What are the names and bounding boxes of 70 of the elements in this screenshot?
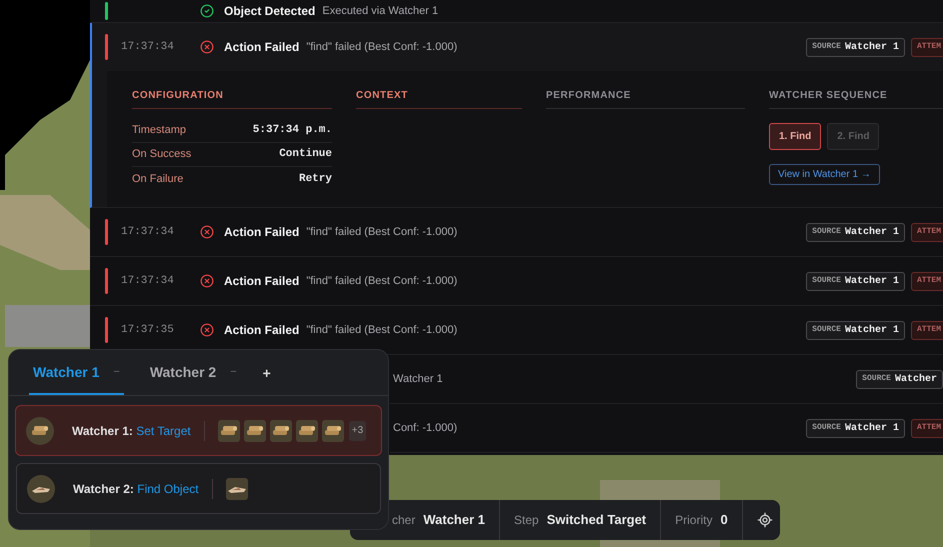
- source-badge: SOURCE Watcher: [856, 370, 943, 388]
- thumbnail-icon: [220, 424, 238, 438]
- view-watcher-link[interactable]: View in Watcher 1 →: [769, 164, 880, 185]
- watcher-item[interactable]: Watcher 2: Find Object: [16, 463, 381, 514]
- section-heading: PERFORMANCE: [546, 88, 745, 109]
- section-heading: CONFIGURATION: [132, 88, 332, 109]
- source-badge: SOURCE Watcher 1: [806, 272, 905, 290]
- log-title: Action Failed: [224, 273, 300, 290]
- error-icon: [200, 323, 214, 337]
- watcher-title: Watcher 1: Set Target: [72, 422, 191, 440]
- thumbnail-icon: [298, 424, 316, 438]
- log-message: "find" failed (Best Conf: -1.000): [306, 224, 458, 240]
- step-button[interactable]: 1. Find: [769, 123, 822, 150]
- thumbnail-icon: [272, 424, 290, 438]
- watcher-tab[interactable]: Watcher 1 −: [29, 351, 124, 395]
- more-count: +3: [348, 420, 366, 440]
- log-message: Conf: -1.000): [393, 420, 458, 436]
- attempt-badge: ATTEM: [910, 418, 943, 438]
- avatar-icon: [31, 424, 49, 438]
- log-title: Action Failed: [224, 224, 300, 241]
- success-icon: [200, 4, 214, 18]
- log-message: "find" failed (Best Conf: -1.000): [306, 274, 458, 289]
- log-title: Action Failed: [224, 39, 300, 56]
- config-label: Timestamp: [132, 123, 186, 138]
- source-badge: SOURCE Watcher 1: [806, 418, 905, 438]
- attempt-badge: ATTEM: [910, 38, 943, 56]
- watcher-item[interactable]: Watcher 1: Set Target +3: [15, 405, 382, 456]
- log-time: 17:37:34: [121, 274, 175, 289]
- log-title: Action Failed: [224, 322, 300, 339]
- error-icon: [200, 40, 214, 54]
- error-icon: [200, 225, 214, 239]
- status-value: Watcher 1: [423, 511, 485, 530]
- config-value: 5:37:34 p.m.: [252, 123, 332, 138]
- status-value: Switched Target: [546, 511, 646, 530]
- thumbnail-icon: [324, 424, 342, 438]
- error-icon: [200, 274, 214, 288]
- status-label: Priority: [675, 512, 712, 529]
- log-row[interactable]: Object Detected Executed via Watcher 1: [90, 0, 943, 23]
- log-time: 17:37:35: [121, 322, 175, 338]
- log-message: Executed via Watcher 1: [322, 4, 438, 19]
- attempt-badge: ATTEM: [910, 222, 943, 242]
- status-bar-mark: [105, 268, 108, 294]
- section-heading: CONTEXT: [356, 88, 522, 109]
- source-badge: SOURCE Watcher 1: [806, 38, 905, 56]
- log-message: Watcher 1: [393, 372, 443, 387]
- source-badge: SOURCE Watcher 1: [806, 222, 905, 242]
- log-time: 17:37:34: [121, 224, 175, 240]
- config-label: On Failure: [132, 172, 184, 187]
- status-bar-mark: [105, 219, 108, 245]
- log-time: 17:37:34: [121, 40, 175, 55]
- thumbnail-icon: [246, 424, 264, 438]
- config-value: Retry: [298, 172, 332, 187]
- log-message: "find" failed (Best Conf: -1.000): [306, 322, 458, 338]
- status-label: Step: [514, 512, 539, 529]
- status-bar-mark: [105, 317, 108, 343]
- log-message: "find" failed (Best Conf: -1.000): [306, 40, 458, 55]
- config-label: On Success: [132, 147, 192, 162]
- status-bar-mark: [105, 34, 108, 60]
- status-bar-mark: [105, 2, 108, 20]
- attempt-badge: ATTEM: [910, 320, 943, 340]
- watcher-title: Watcher 2: Find Object: [73, 480, 199, 498]
- attempt-badge: ATTEM: [910, 272, 943, 290]
- source-badge: SOURCE Watcher 1: [806, 320, 905, 340]
- log-title: Object Detected: [224, 3, 316, 20]
- config-value: Continue: [279, 147, 332, 162]
- status-label: cher: [392, 512, 416, 529]
- status-value: 0: [720, 511, 728, 530]
- locate-icon[interactable]: [756, 512, 773, 528]
- log-row[interactable]: [90, 23, 943, 208]
- section-heading: WATCHER SEQUENCE: [769, 88, 943, 109]
